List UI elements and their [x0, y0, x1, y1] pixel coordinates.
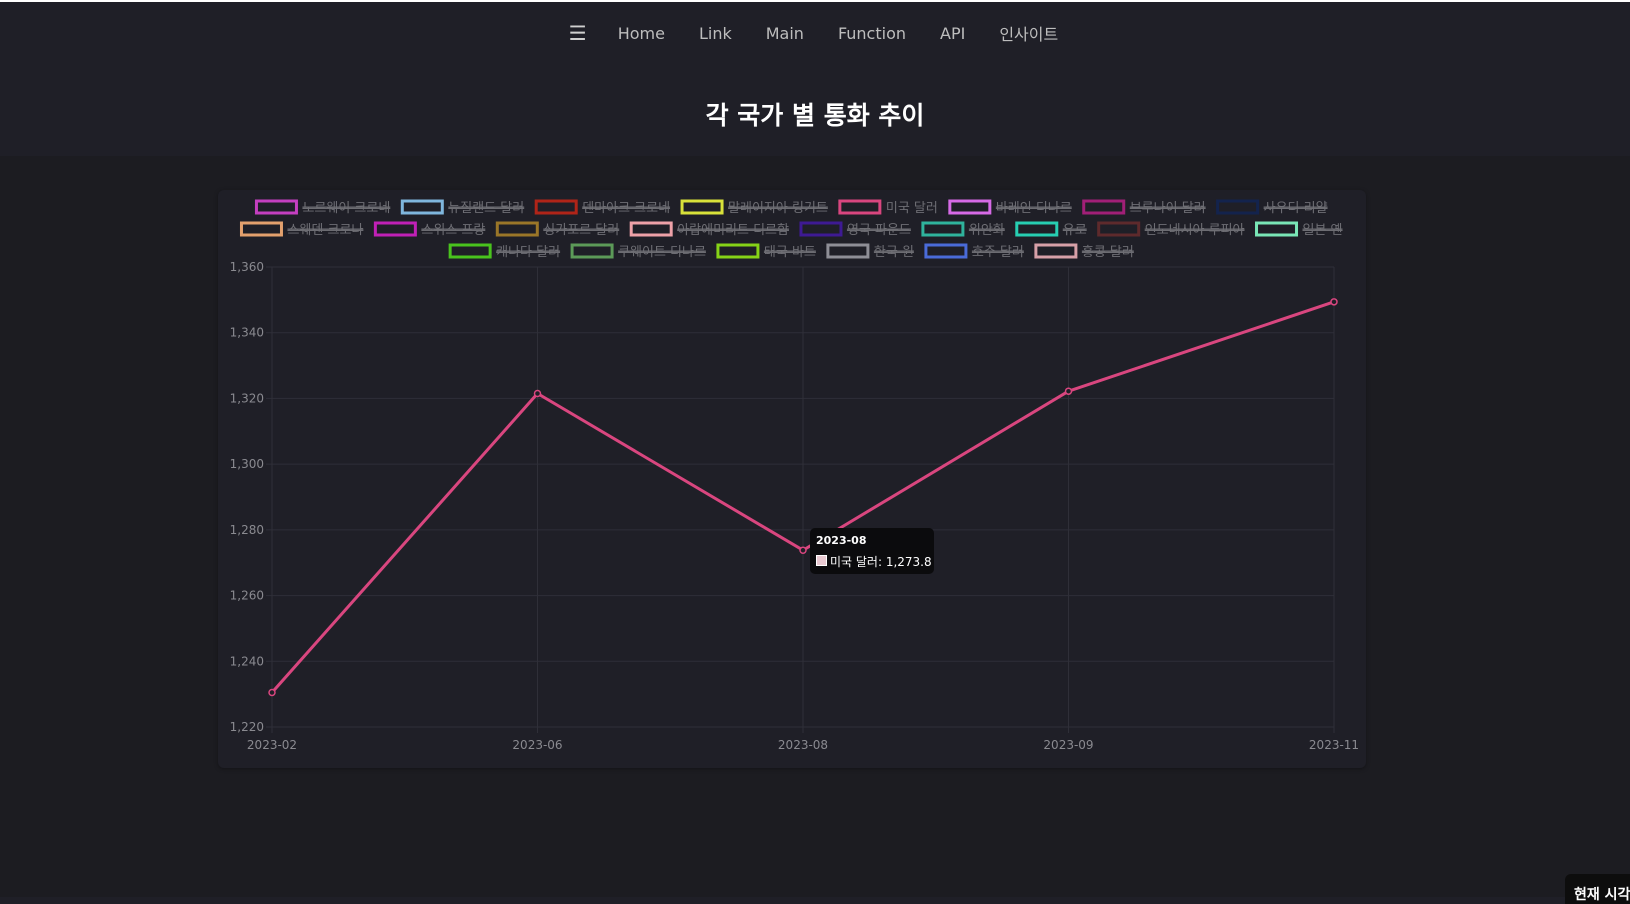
legend-item-label[interactable]: 일본 옌	[1303, 223, 1343, 238]
chart-tooltip: 2023-08 미국 달러: 1,273.8	[810, 528, 934, 574]
legend-swatch[interactable]	[716, 243, 760, 259]
x-tick-label: 2023-06	[512, 738, 562, 752]
tooltip-color-swatch	[816, 555, 827, 566]
y-tick-label: 1,300	[230, 457, 264, 471]
legend-item-label[interactable]: 말레이지아 링기트	[728, 201, 828, 216]
legend-item-label[interactable]: 스웨덴 크로나	[287, 223, 363, 238]
legend-swatch[interactable]	[1082, 199, 1126, 215]
clock-label: 현재 시각	[1574, 887, 1630, 903]
legend-swatch[interactable]	[799, 221, 843, 237]
data-point[interactable]	[1064, 387, 1073, 395]
data-point[interactable]	[533, 389, 542, 398]
legend-item-label[interactable]: 홍콩 달러	[1082, 245, 1134, 260]
legend-item-label[interactable]: 싱가포르 달러	[543, 223, 619, 238]
legend-item-label[interactable]: 캐나다 달러	[496, 245, 560, 260]
legend-swatch[interactable]	[1255, 221, 1299, 237]
tooltip-value: 미국 달러: 1,273.8	[830, 555, 932, 569]
legend-swatch[interactable]	[400, 199, 444, 215]
legend-swatch[interactable]	[680, 199, 724, 215]
legend-swatch[interactable]	[921, 221, 965, 237]
legend-swatch[interactable]	[1034, 243, 1078, 259]
legend-swatch[interactable]	[239, 221, 283, 237]
legend-item-label[interactable]: 아랍에미리트 디르함	[677, 223, 789, 238]
legend-item-label[interactable]: 호주 달러	[972, 245, 1024, 260]
legend-item-label[interactable]: 미국 달러	[886, 201, 938, 216]
legend-item-label[interactable]: 한국 원	[874, 245, 914, 260]
x-tick-label: 2023-08	[778, 738, 828, 752]
y-tick-label: 1,320	[230, 391, 264, 405]
y-tick-label: 1,340	[230, 326, 264, 340]
legend-item-label[interactable]: 위안화	[969, 223, 1005, 238]
legend-item-label[interactable]: 유로	[1063, 223, 1087, 238]
clock-tab[interactable]: 현재 시각	[1565, 874, 1630, 904]
tooltip-title: 2023-08	[816, 534, 867, 547]
legend-item-label[interactable]: 바레인 디나르	[996, 201, 1072, 216]
data-point[interactable]	[268, 688, 276, 697]
legend-swatch[interactable]	[629, 221, 673, 237]
data-point[interactable]	[799, 546, 807, 554]
legend-item-label[interactable]: 영국 파운드	[847, 223, 911, 238]
y-tick-label: 1,280	[230, 523, 264, 537]
legend-item-label[interactable]: 덴마아크 크로네	[582, 201, 670, 216]
legend-item-label[interactable]: 태국 바트	[764, 245, 816, 260]
legend-swatch[interactable]	[838, 199, 882, 215]
legend-swatch[interactable]	[373, 221, 417, 237]
legend-item-label[interactable]: 사우디 리얄	[1264, 200, 1328, 216]
legend-swatch[interactable]	[448, 243, 492, 259]
y-tick-label: 1,220	[230, 720, 264, 734]
legend-item-label[interactable]: 브루나이 달러	[1130, 201, 1206, 216]
legend-item-label[interactable]: 스위스 프랑	[421, 223, 485, 238]
x-tick-label: 2023-11	[1309, 738, 1359, 752]
y-tick-label: 1,240	[230, 654, 264, 668]
legend-swatch[interactable]	[1097, 221, 1141, 237]
legend-swatch[interactable]	[1015, 221, 1059, 237]
y-tick-label: 1,360	[230, 260, 264, 274]
currency-line-chart: 1,220 1,240 1,260 1,280 1,300 1,320 1,340 1,360…	[230, 199, 1359, 752]
legend-swatch[interactable]	[826, 243, 870, 259]
y-tick-label: 1,260	[230, 589, 264, 603]
x-tick-label: 2023-09	[1043, 738, 1093, 752]
x-tick-label: 2023-02	[247, 738, 297, 752]
legend-item-label[interactable]: 뉴질랜드 달러	[448, 201, 524, 216]
legend-swatch[interactable]	[570, 243, 614, 259]
legend-item-label[interactable]: 노르웨이 크로네	[302, 201, 390, 216]
legend-swatch[interactable]	[495, 221, 539, 237]
legend-swatch[interactable]	[924, 243, 968, 259]
legend-swatch[interactable]	[534, 199, 578, 215]
legend-swatch[interactable]	[948, 199, 992, 215]
legend-item-label[interactable]: 쿠웨이트 디나르	[618, 245, 706, 260]
data-point[interactable]	[1330, 298, 1338, 306]
legend-swatch[interactable]	[1216, 199, 1260, 215]
legend-swatch[interactable]	[254, 199, 298, 215]
legend-item-label[interactable]: 인도네시아 루피아	[1145, 223, 1245, 238]
